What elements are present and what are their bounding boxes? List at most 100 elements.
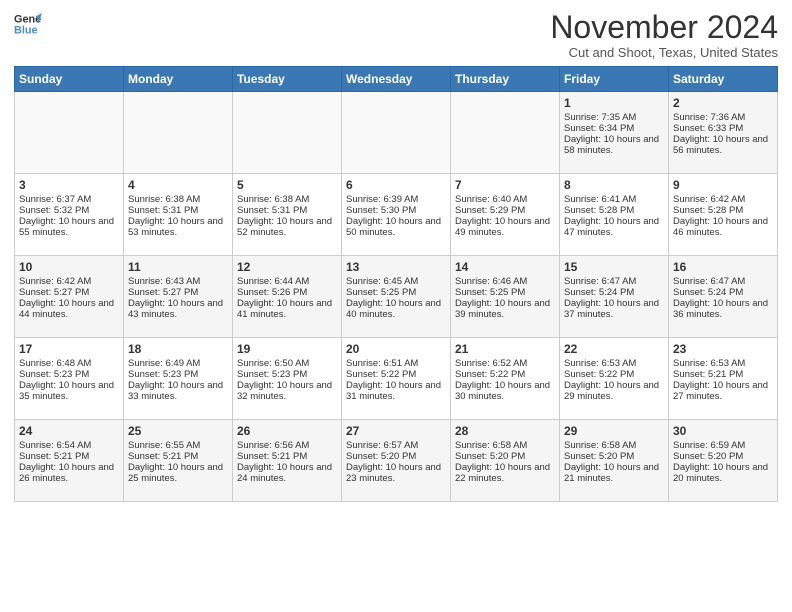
day-number: 18	[128, 342, 228, 356]
day-info: Daylight: 10 hours and 25 minutes.	[128, 462, 228, 484]
day-info: Daylight: 10 hours and 55 minutes.	[19, 216, 119, 238]
calendar-cell: 26Sunrise: 6:56 AMSunset: 5:21 PMDayligh…	[233, 420, 342, 502]
calendar-cell	[124, 92, 233, 174]
day-info: Sunrise: 6:42 AM	[19, 276, 119, 287]
day-info: Sunset: 5:21 PM	[237, 451, 337, 462]
day-number: 1	[564, 96, 664, 110]
day-info: Sunset: 5:25 PM	[455, 287, 555, 298]
day-info: Sunrise: 6:59 AM	[673, 440, 773, 451]
header: General Blue November 2024 Cut and Shoot…	[14, 10, 778, 60]
calendar-cell: 15Sunrise: 6:47 AMSunset: 5:24 PMDayligh…	[560, 256, 669, 338]
day-info: Sunset: 5:31 PM	[237, 205, 337, 216]
day-info: Sunset: 5:30 PM	[346, 205, 446, 216]
calendar-cell: 1Sunrise: 7:35 AMSunset: 6:34 PMDaylight…	[560, 92, 669, 174]
day-info: Sunrise: 6:46 AM	[455, 276, 555, 287]
header-thursday: Thursday	[451, 67, 560, 92]
calendar-cell: 18Sunrise: 6:49 AMSunset: 5:23 PMDayligh…	[124, 338, 233, 420]
header-wednesday: Wednesday	[342, 67, 451, 92]
day-number: 20	[346, 342, 446, 356]
day-info: Sunrise: 6:42 AM	[673, 194, 773, 205]
day-info: Sunrise: 6:53 AM	[673, 358, 773, 369]
day-info: Sunset: 5:21 PM	[128, 451, 228, 462]
calendar-cell: 2Sunrise: 7:36 AMSunset: 6:33 PMDaylight…	[669, 92, 778, 174]
day-info: Sunrise: 6:53 AM	[564, 358, 664, 369]
calendar-cell	[342, 92, 451, 174]
calendar-week-3: 10Sunrise: 6:42 AMSunset: 5:27 PMDayligh…	[15, 256, 778, 338]
calendar-cell: 20Sunrise: 6:51 AMSunset: 5:22 PMDayligh…	[342, 338, 451, 420]
calendar-header: Sunday Monday Tuesday Wednesday Thursday…	[15, 67, 778, 92]
day-info: Daylight: 10 hours and 43 minutes.	[128, 298, 228, 320]
calendar-cell: 17Sunrise: 6:48 AMSunset: 5:23 PMDayligh…	[15, 338, 124, 420]
day-info: Daylight: 10 hours and 41 minutes.	[237, 298, 337, 320]
day-info: Daylight: 10 hours and 35 minutes.	[19, 380, 119, 402]
day-info: Sunset: 5:22 PM	[455, 369, 555, 380]
calendar-cell: 24Sunrise: 6:54 AMSunset: 5:21 PMDayligh…	[15, 420, 124, 502]
calendar-cell: 19Sunrise: 6:50 AMSunset: 5:23 PMDayligh…	[233, 338, 342, 420]
calendar-cell: 4Sunrise: 6:38 AMSunset: 5:31 PMDaylight…	[124, 174, 233, 256]
day-info: Daylight: 10 hours and 40 minutes.	[346, 298, 446, 320]
day-info: Sunrise: 6:58 AM	[455, 440, 555, 451]
day-info: Daylight: 10 hours and 29 minutes.	[564, 380, 664, 402]
day-info: Sunset: 5:20 PM	[346, 451, 446, 462]
calendar-cell	[233, 92, 342, 174]
day-info: Sunset: 5:29 PM	[455, 205, 555, 216]
calendar-cell: 16Sunrise: 6:47 AMSunset: 5:24 PMDayligh…	[669, 256, 778, 338]
day-info: Sunset: 5:21 PM	[19, 451, 119, 462]
day-info: Daylight: 10 hours and 27 minutes.	[673, 380, 773, 402]
day-info: Sunset: 5:28 PM	[564, 205, 664, 216]
day-number: 27	[346, 424, 446, 438]
day-info: Sunrise: 6:57 AM	[346, 440, 446, 451]
day-info: Daylight: 10 hours and 31 minutes.	[346, 380, 446, 402]
day-info: Sunrise: 6:38 AM	[128, 194, 228, 205]
title-block: November 2024 Cut and Shoot, Texas, Unit…	[550, 10, 778, 60]
calendar-cell: 14Sunrise: 6:46 AMSunset: 5:25 PMDayligh…	[451, 256, 560, 338]
day-number: 7	[455, 178, 555, 192]
day-info: Sunset: 5:22 PM	[564, 369, 664, 380]
day-info: Daylight: 10 hours and 30 minutes.	[455, 380, 555, 402]
day-info: Daylight: 10 hours and 50 minutes.	[346, 216, 446, 238]
day-info: Daylight: 10 hours and 56 minutes.	[673, 134, 773, 156]
header-saturday: Saturday	[669, 67, 778, 92]
day-info: Sunset: 5:28 PM	[673, 205, 773, 216]
calendar-cell: 7Sunrise: 6:40 AMSunset: 5:29 PMDaylight…	[451, 174, 560, 256]
calendar-body: 1 Sunrise: 7:35 AMSunset: 6:34 PM Daylight…	[15, 92, 778, 502]
day-number: 30	[673, 424, 773, 438]
day-info: Daylight: 10 hours and 22 minutes.	[455, 462, 555, 484]
calendar-cell: 23Sunrise: 6:53 AMSunset: 5:21 PMDayligh…	[669, 338, 778, 420]
day-info: Sunrise: 6:51 AM	[346, 358, 446, 369]
day-info: Sunset: 5:23 PM	[237, 369, 337, 380]
day-info: Sunrise: 7:35 AM	[564, 112, 664, 123]
calendar-cell: 8Sunrise: 6:41 AMSunset: 5:28 PMDaylight…	[560, 174, 669, 256]
day-info: Daylight: 10 hours and 21 minutes.	[564, 462, 664, 484]
day-info: Sunrise: 6:52 AM	[455, 358, 555, 369]
day-info: Sunrise: 6:41 AM	[564, 194, 664, 205]
calendar-cell: 9Sunrise: 6:42 AMSunset: 5:28 PMDaylight…	[669, 174, 778, 256]
day-info: Daylight: 10 hours and 47 minutes.	[564, 216, 664, 238]
day-number: 17	[19, 342, 119, 356]
page-container: General Blue November 2024 Cut and Shoot…	[0, 0, 792, 510]
day-info: Sunrise: 6:48 AM	[19, 358, 119, 369]
calendar-week-1: 1 Sunrise: 7:35 AMSunset: 6:34 PM Daylight…	[15, 92, 778, 174]
day-info: Sunrise: 6:47 AM	[673, 276, 773, 287]
day-info: Daylight: 10 hours and 33 minutes.	[128, 380, 228, 402]
day-info: Sunset: 5:32 PM	[19, 205, 119, 216]
day-info: Sunrise: 6:49 AM	[128, 358, 228, 369]
day-info: Sunset: 6:34 PM	[564, 123, 664, 134]
day-info: Daylight: 10 hours and 32 minutes.	[237, 380, 337, 402]
day-info: Sunset: 5:21 PM	[673, 369, 773, 380]
day-info: Sunrise: 7:36 AM	[673, 112, 773, 123]
day-info: Sunset: 5:24 PM	[564, 287, 664, 298]
calendar-cell: 25Sunrise: 6:55 AMSunset: 5:21 PMDayligh…	[124, 420, 233, 502]
day-info: Daylight: 10 hours and 39 minutes.	[455, 298, 555, 320]
calendar-cell: 11Sunrise: 6:43 AMSunset: 5:27 PMDayligh…	[124, 256, 233, 338]
day-number: 22	[564, 342, 664, 356]
calendar-cell: 13Sunrise: 6:45 AMSunset: 5:25 PMDayligh…	[342, 256, 451, 338]
day-info: Sunrise: 6:55 AM	[128, 440, 228, 451]
day-info: Sunrise: 6:43 AM	[128, 276, 228, 287]
day-number: 29	[564, 424, 664, 438]
day-info: Sunset: 5:24 PM	[673, 287, 773, 298]
calendar-week-5: 24Sunrise: 6:54 AMSunset: 5:21 PMDayligh…	[15, 420, 778, 502]
calendar-cell: 3Sunrise: 6:37 AMSunset: 5:32 PMDaylight…	[15, 174, 124, 256]
day-number: 19	[237, 342, 337, 356]
day-number: 5	[237, 178, 337, 192]
